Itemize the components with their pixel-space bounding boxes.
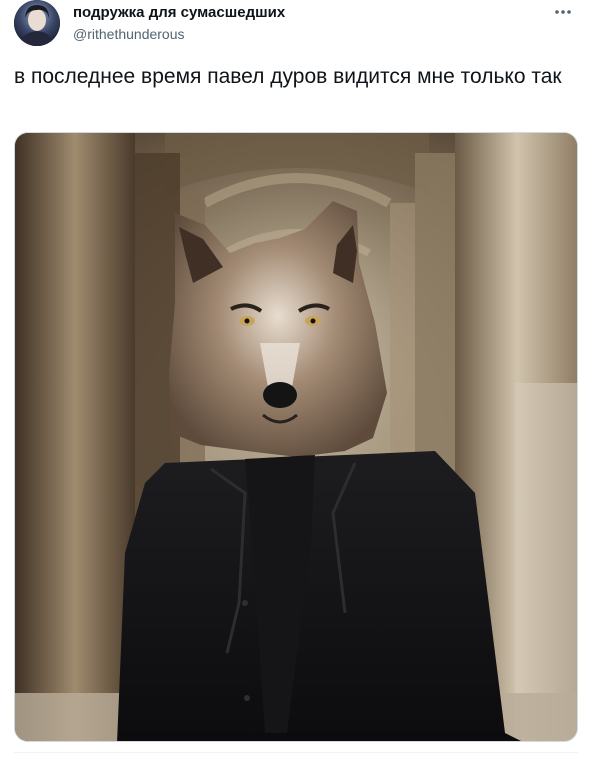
author-block: подружка для сумасшедших @rithethunderou… — [73, 4, 285, 43]
tweet: подружка для сумасшедших @rithethunderou… — [0, 0, 591, 758]
avatar[interactable] — [14, 0, 60, 46]
avatar-image — [14, 0, 60, 46]
display-name[interactable]: подружка для сумасшедших — [73, 4, 285, 22]
tweet-photo[interactable] — [14, 132, 578, 742]
more-options-button[interactable] — [549, 0, 577, 24]
tweet-text: в последнее время павел дуров видится мн… — [14, 65, 562, 88]
wolf-headed-figure-image — [15, 133, 577, 741]
more-dots-icon — [555, 10, 571, 14]
user-handle[interactable]: @rithethunderous — [73, 25, 285, 43]
divider — [14, 752, 578, 753]
